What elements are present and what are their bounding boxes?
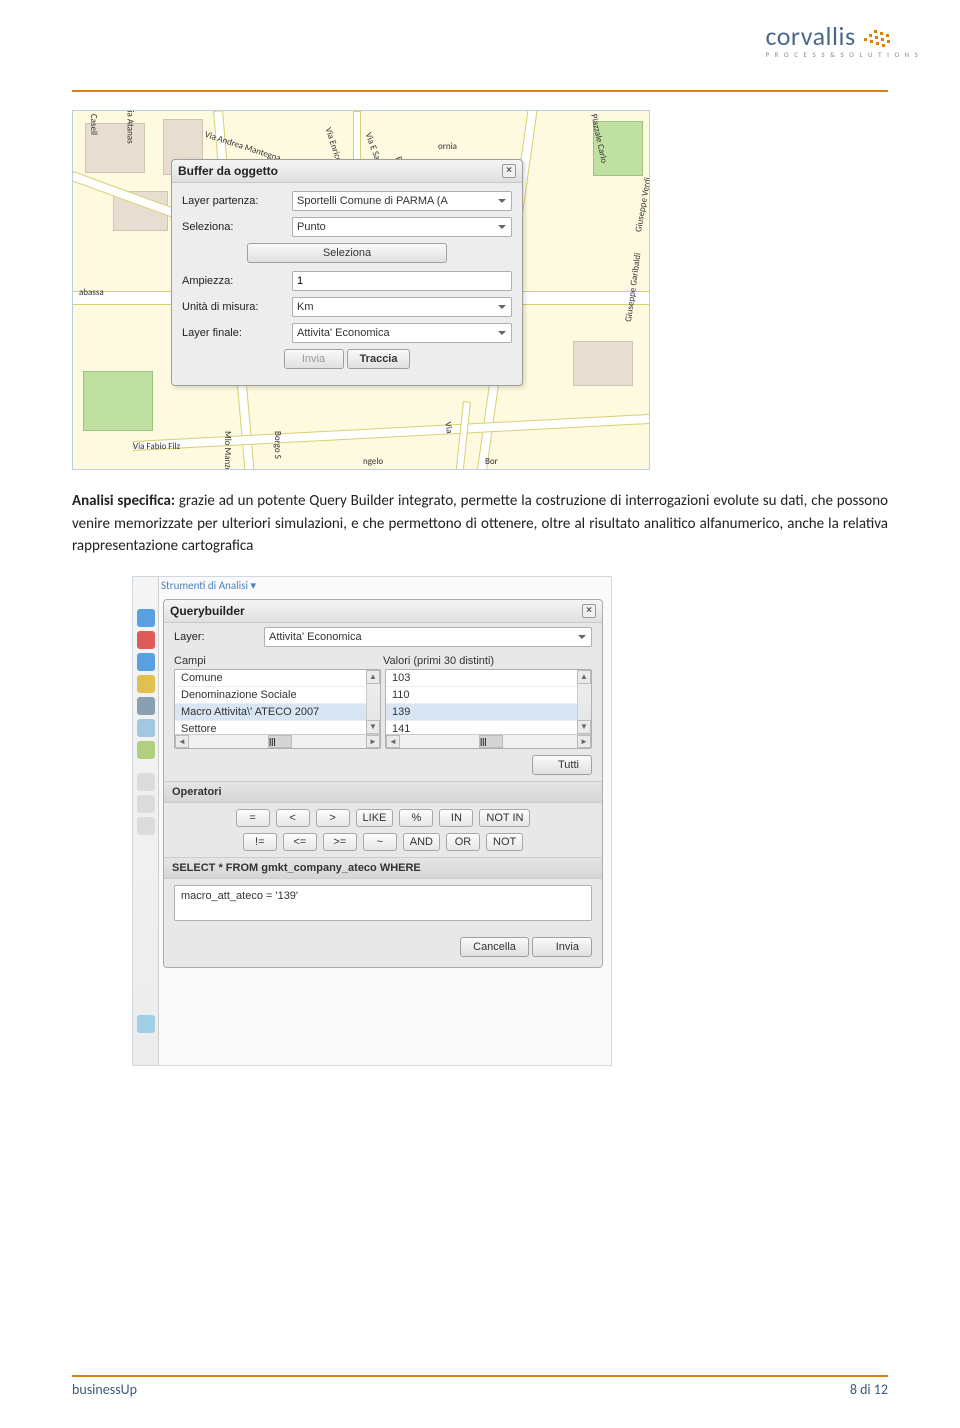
scroll-right-icon[interactable]: ►: [366, 735, 380, 748]
ampiezza-input[interactable]: [292, 271, 512, 291]
scroll-thumb[interactable]: Ⅲ: [479, 735, 503, 748]
campi-list[interactable]: Comune Denominazione Sociale Macro Attiv…: [174, 669, 381, 749]
header-rule: [72, 90, 888, 92]
body-paragraph: Analisi specifica: grazie ad un potente …: [72, 490, 888, 558]
operatori-header: Operatori: [164, 781, 602, 803]
list-icon[interactable]: [137, 795, 155, 813]
scroll-right-icon[interactable]: ►: [577, 735, 591, 748]
page-footer: businessUp 8 di 12: [72, 1375, 888, 1398]
logo-text: corvallis: [765, 20, 855, 52]
dialog-title: Buffer da oggetto: [178, 164, 278, 178]
street-label: Borgo S: [272, 431, 283, 459]
tool-icon[interactable]: [137, 817, 155, 835]
street-label: abassa: [79, 287, 104, 298]
scroll-down-icon[interactable]: ▼: [577, 720, 591, 734]
campi-header: Campi: [174, 655, 383, 667]
list-item[interactable]: 110: [386, 687, 591, 704]
scroll-left-icon[interactable]: ◄: [175, 735, 189, 748]
op-button[interactable]: <: [276, 809, 310, 827]
scroll-down-icon[interactable]: ▼: [366, 720, 380, 734]
op-button[interactable]: <=: [283, 833, 317, 851]
street-label: Bor: [485, 456, 498, 467]
minus-icon[interactable]: [137, 631, 155, 649]
street-label: Casell: [88, 114, 99, 135]
search-icon[interactable]: [137, 719, 155, 737]
close-icon[interactable]: ×: [502, 164, 516, 178]
scroll-up-icon[interactable]: ▲: [366, 670, 380, 684]
logo-dots-icon: [860, 20, 892, 52]
seleziona-button[interactable]: Seleziona: [247, 243, 447, 263]
select-seleziona[interactable]: Punto: [292, 217, 512, 237]
label-seleziona: Seleziona:: [182, 221, 292, 233]
street-label: Giuseppe Verdi: [633, 176, 650, 232]
street-label: ornia: [438, 141, 457, 152]
label-layer: Layer:: [174, 631, 264, 643]
query-textarea[interactable]: macro_att_ateco = '139': [174, 885, 592, 921]
invia-button[interactable]: Invia: [284, 349, 344, 369]
para-text: grazie ad un potente Query Builder integ…: [72, 492, 888, 555]
info-icon[interactable]: [137, 653, 155, 671]
querybuilder-screenshot: Strumenti di Analisi Querybuilder × Laye…: [132, 576, 612, 1066]
street-label: Via Fabio Filz: [133, 441, 180, 452]
valori-list[interactable]: 103 110 139 141 ▲ ▼ ◄ Ⅲ ►: [385, 669, 592, 749]
tool-rail: [133, 577, 159, 1065]
buffer-dialog: Buffer da oggetto × Layer partenza: Spor…: [171, 159, 523, 386]
folder-icon[interactable]: [137, 675, 155, 693]
list-item[interactable]: Denominazione Sociale: [175, 687, 380, 704]
layers-icon[interactable]: [137, 741, 155, 759]
footer-right: 8 di 12: [850, 1381, 888, 1398]
scroll-thumb[interactable]: Ⅲ: [268, 735, 292, 748]
op-button[interactable]: NOT IN: [479, 809, 530, 827]
op-button[interactable]: OR: [446, 833, 480, 851]
select-layer-partenza[interactable]: Sportelli Comune di PARMA (A: [292, 191, 512, 211]
tutti-button[interactable]: Tutti: [532, 755, 592, 775]
brand-logo: corvallis P R O C E S S & S O L U T I O …: [765, 20, 920, 59]
strumenti-analisi-menu[interactable]: Strumenti di Analisi: [161, 579, 256, 592]
para-lead: Analisi specifica:: [72, 492, 175, 510]
op-button[interactable]: >: [316, 809, 350, 827]
street-label: Via: [442, 421, 455, 434]
map-screenshot: Via Atanas Casell Via Andrea Mantegna Vi…: [72, 110, 650, 470]
list-item[interactable]: 103: [386, 670, 591, 687]
valori-header: Valori (primi 30 distinti): [383, 655, 592, 667]
label-ampiezza: Ampiezza:: [182, 275, 292, 287]
street-label: ngelo: [363, 456, 383, 467]
globe-icon[interactable]: [137, 609, 155, 627]
op-button[interactable]: NOT: [486, 833, 523, 851]
op-button[interactable]: !=: [243, 833, 277, 851]
label-layer-finale: Layer finale:: [182, 327, 292, 339]
collapse-icon[interactable]: [137, 1015, 155, 1033]
undo-icon[interactable]: [137, 773, 155, 791]
op-button[interactable]: LIKE: [356, 809, 394, 827]
street-label: Giuseppe Garibaldi: [623, 252, 644, 322]
close-icon[interactable]: ×: [582, 604, 596, 618]
list-item[interactable]: 139: [386, 704, 591, 721]
op-button[interactable]: IN: [439, 809, 473, 827]
select-layer-finale[interactable]: Attivita' Economica: [292, 323, 512, 343]
list-item[interactable]: Comune: [175, 670, 380, 687]
select-qb-layer[interactable]: Attivita' Economica: [264, 627, 592, 647]
logo-subtitle: P R O C E S S & S O L U T I O N S: [765, 50, 920, 59]
list-item[interactable]: Macro Attivita\' ATECO 2007: [175, 704, 380, 721]
traccia-button[interactable]: Traccia: [347, 349, 411, 369]
scroll-left-icon[interactable]: ◄: [386, 735, 400, 748]
street-label: Mlo Manzoni: [222, 431, 233, 470]
print-icon[interactable]: [137, 697, 155, 715]
qb-invia-button[interactable]: Invia: [532, 937, 592, 957]
op-button[interactable]: =: [236, 809, 270, 827]
scroll-up-icon[interactable]: ▲: [577, 670, 591, 684]
label-unita: Unità di misura:: [182, 301, 292, 313]
select-clause-label: SELECT * FROM gmkt_company_ateco WHERE: [164, 857, 602, 879]
op-button[interactable]: %: [399, 809, 433, 827]
label-layer-partenza: Layer partenza:: [182, 195, 292, 207]
cancella-button[interactable]: Cancella: [460, 937, 529, 957]
op-button[interactable]: ~: [363, 833, 397, 851]
op-button[interactable]: >=: [323, 833, 357, 851]
querybuilder-dialog: Querybuilder × Layer: Attivita' Economic…: [163, 599, 603, 968]
qb-title: Querybuilder: [170, 604, 245, 618]
select-unita[interactable]: Km: [292, 297, 512, 317]
street-label: Via Atanas: [125, 110, 136, 144]
footer-left: businessUp: [72, 1381, 137, 1398]
op-button[interactable]: AND: [403, 833, 440, 851]
